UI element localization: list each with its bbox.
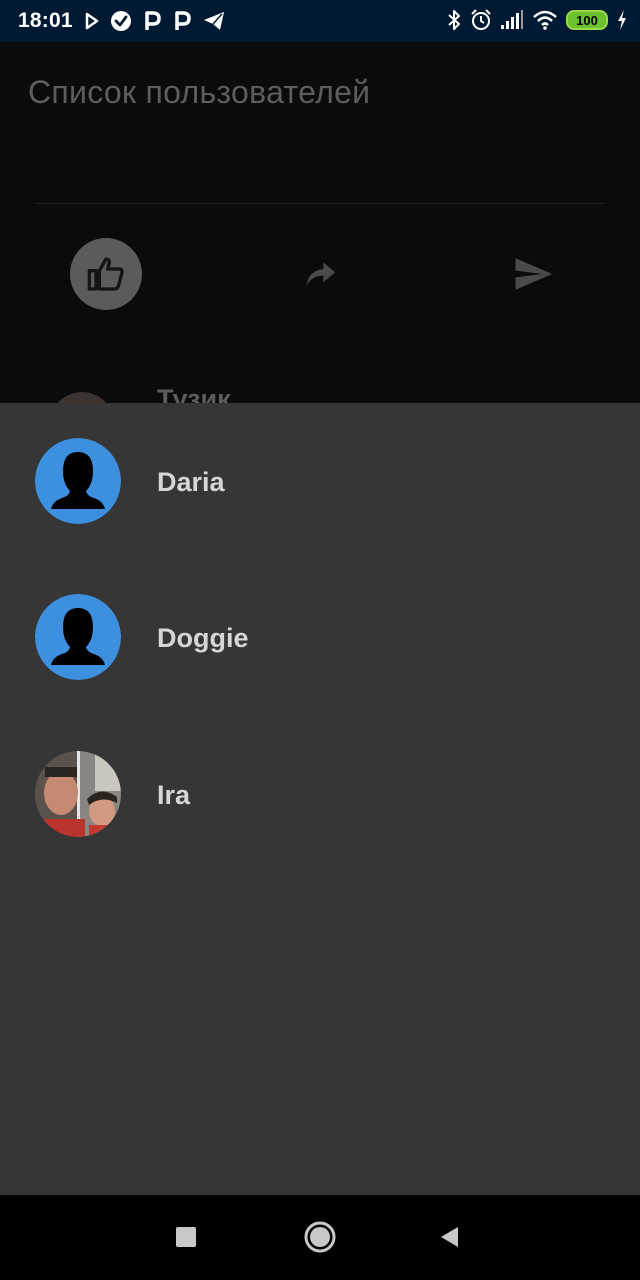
- user-list-item[interactable]: Doggie: [0, 572, 640, 702]
- status-bar: 18:01 100: [0, 0, 640, 42]
- bluetooth-icon: [448, 10, 460, 30]
- signal-icon: [501, 10, 523, 29]
- send-button[interactable]: [497, 238, 569, 310]
- wifi-icon: [533, 10, 557, 30]
- telegram-icon: [204, 12, 224, 30]
- recents-button[interactable]: [166, 1217, 206, 1257]
- check-circle-icon: [111, 11, 131, 31]
- p-icon: [145, 11, 161, 30]
- like-button[interactable]: [70, 238, 142, 310]
- battery-level: 100: [576, 12, 598, 28]
- p-icon: [175, 11, 191, 30]
- recents-icon: [176, 1227, 196, 1247]
- user-name: Daria: [157, 467, 225, 497]
- avatar: [50, 392, 114, 403]
- forward-icon: [306, 262, 335, 286]
- charging-icon: [618, 10, 626, 30]
- avatar: [35, 751, 121, 837]
- like-icon: [87, 257, 124, 291]
- list-item-name: Тузик: [157, 384, 231, 403]
- dimmed-background-screen: Список пользователей Тузик: [0, 42, 640, 403]
- user-name: Doggie: [157, 623, 249, 653]
- divider: [34, 203, 606, 204]
- play-store-icon: [85, 12, 99, 30]
- navigation-bar: [0, 1195, 640, 1280]
- send-icon: [515, 258, 553, 290]
- back-button[interactable]: [430, 1217, 470, 1257]
- user-list-item[interactable]: Daria: [0, 416, 640, 546]
- status-time: 18:01: [18, 9, 73, 32]
- user-list-item[interactable]: Ira: [0, 729, 640, 859]
- user-list-sheet: Daria Doggie Ira: [0, 403, 640, 1195]
- page-title: Список пользователей: [28, 74, 371, 110]
- avatar: [35, 438, 121, 524]
- user-photo: [35, 751, 121, 837]
- forward-button[interactable]: [284, 238, 356, 310]
- battery-icon: 100: [566, 10, 608, 30]
- back-icon: [441, 1227, 458, 1247]
- system-icons: 100: [446, 8, 628, 32]
- avatar: [35, 594, 121, 680]
- user-name: Ira: [157, 780, 191, 810]
- default-user-icon: [35, 594, 121, 680]
- alarm-icon: [471, 9, 491, 30]
- home-button[interactable]: [300, 1217, 340, 1257]
- notification-icons: [84, 10, 226, 32]
- home-icon: [304, 1221, 336, 1253]
- default-user-icon: [35, 438, 121, 524]
